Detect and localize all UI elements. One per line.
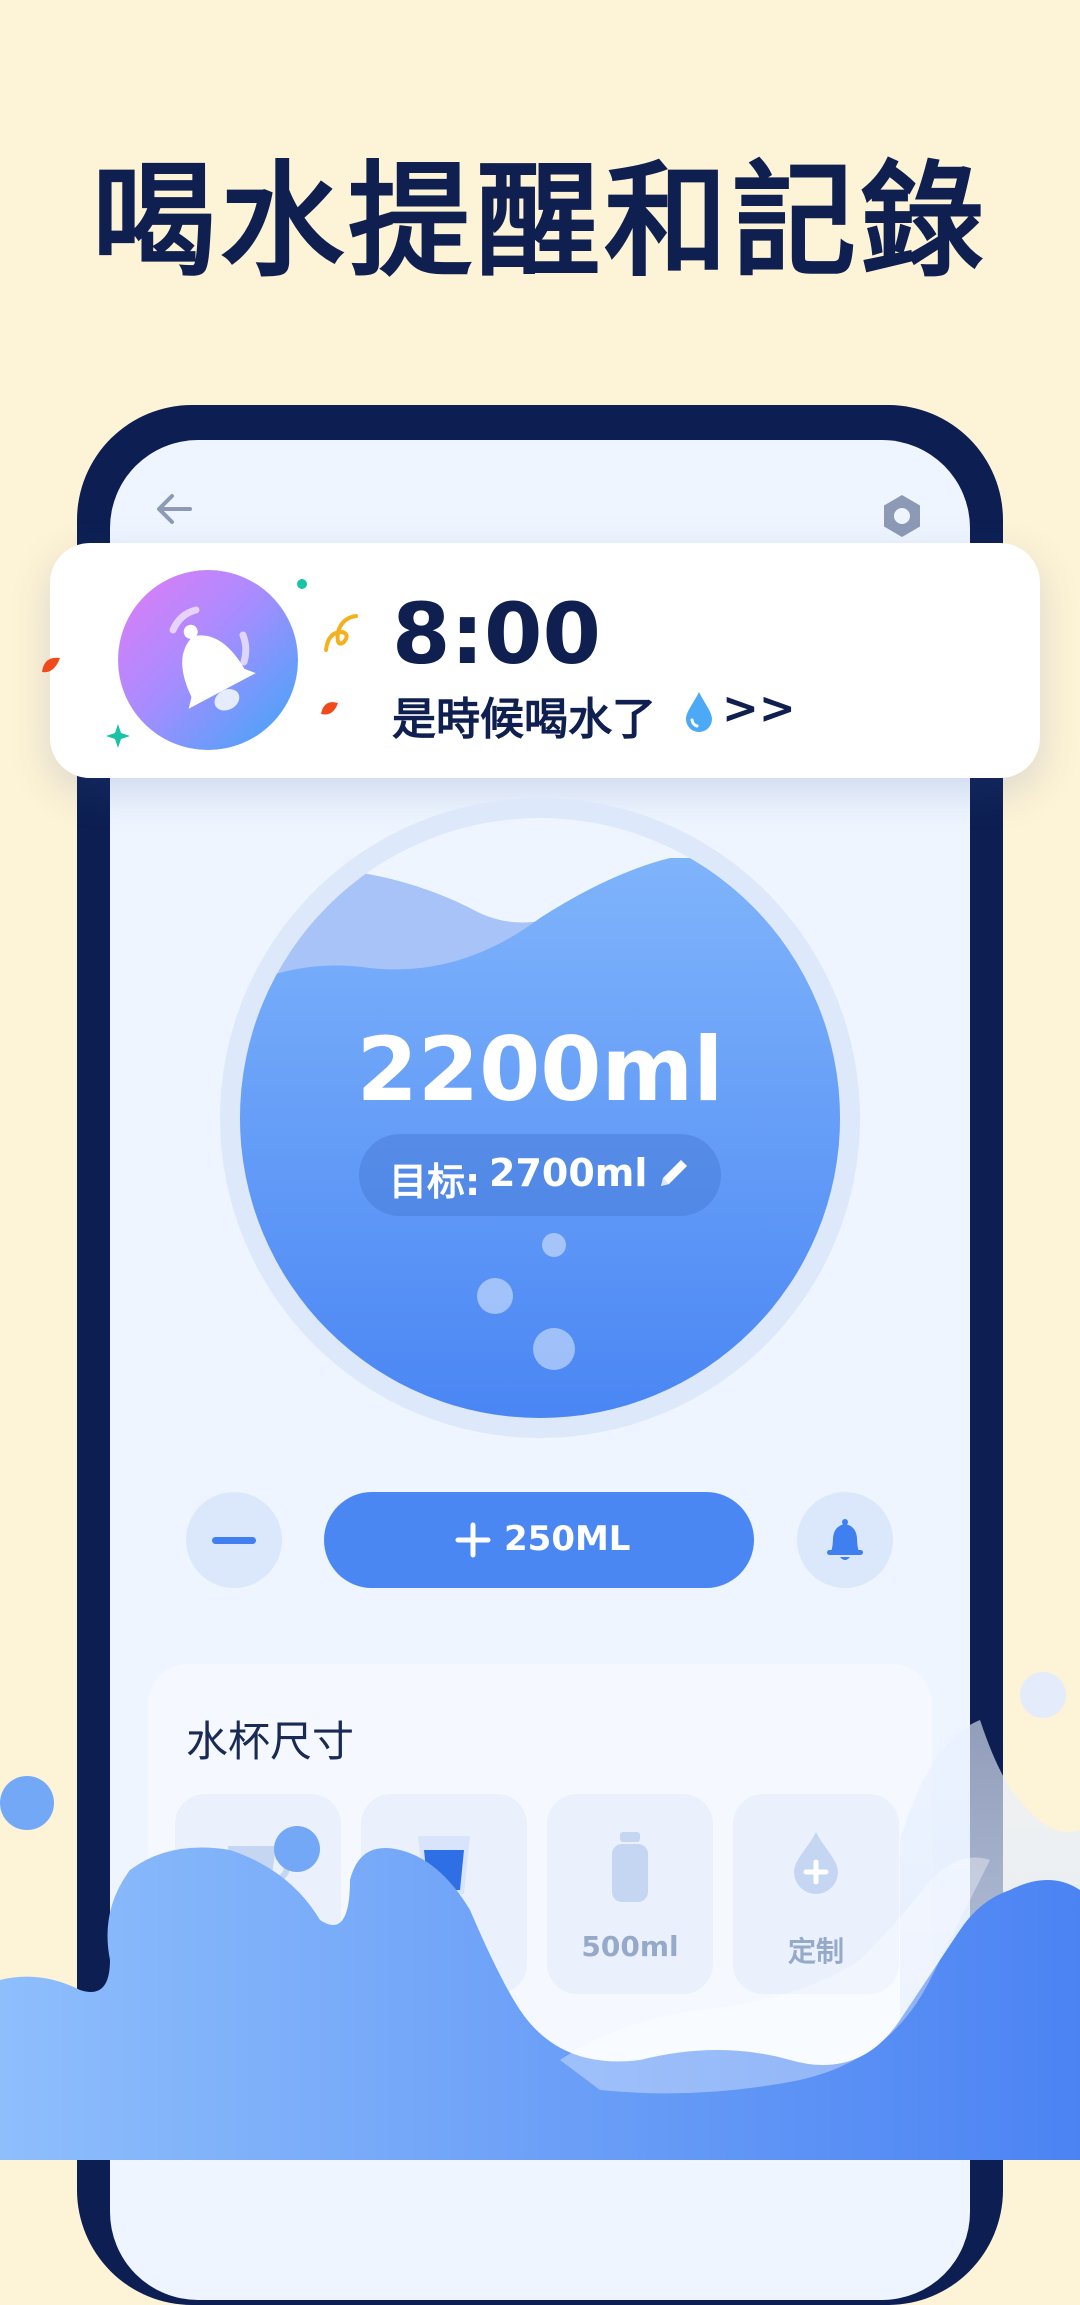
- reminder-time: 8:00: [392, 585, 601, 683]
- bubble-decoration: [1020, 1672, 1066, 1718]
- bubble-decoration: [477, 1278, 513, 1314]
- back-arrow-icon[interactable]: [152, 487, 196, 531]
- confetti-decoration: [324, 614, 358, 652]
- goal-value: 2700ml: [489, 1151, 648, 1195]
- settings-icon[interactable]: [878, 492, 926, 540]
- reminder-message: 是時候喝水了: [392, 694, 656, 745]
- bell-icon: [827, 1519, 863, 1560]
- headline: 喝水提醒和記錄: [91, 150, 988, 294]
- confetti-decoration: [321, 702, 338, 715]
- reminder-arrow[interactable]: >>: [722, 683, 796, 734]
- decrease-button[interactable]: [186, 1492, 282, 1588]
- add-water-label: 250ML: [504, 1519, 631, 1559]
- plus-icon: [455, 1522, 491, 1558]
- bubble-decoration: [0, 1776, 54, 1830]
- bubble-decoration: [274, 1826, 320, 1872]
- confetti-decoration: [106, 724, 130, 748]
- pencil-icon[interactable]: [655, 1154, 693, 1192]
- confetti-decoration: [297, 579, 307, 589]
- intake-amount: 2200ml: [356, 1018, 724, 1121]
- bubble-decoration: [542, 1233, 566, 1257]
- reminder-bell-icon: [118, 570, 298, 750]
- bubble-decoration: [533, 1328, 575, 1370]
- water-drop-icon: [686, 692, 712, 732]
- goal-label: 目标:: [389, 1160, 481, 1204]
- water-wave-decoration: [0, 1720, 1080, 2160]
- reminder-bell-button[interactable]: [797, 1492, 893, 1588]
- confetti-decoration: [42, 657, 60, 673]
